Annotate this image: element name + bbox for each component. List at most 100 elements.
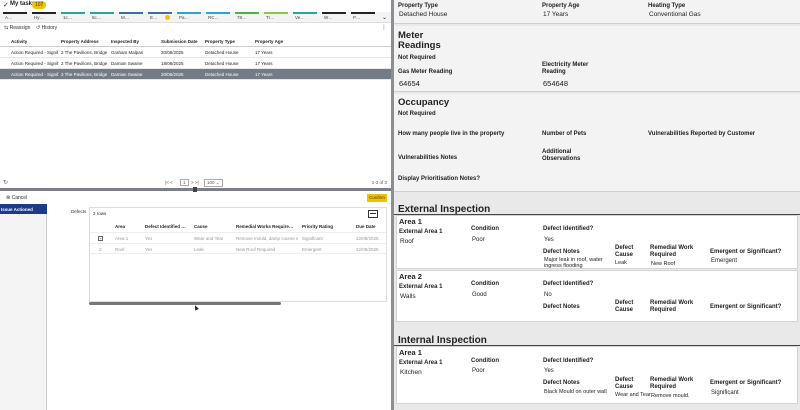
task-tab[interactable]: E… <box>148 12 174 23</box>
col-header-submission-date[interactable]: Submission Date <box>161 39 198 44</box>
area-name: Area 1 <box>399 348 422 357</box>
prev-page-icons[interactable]: |< < <box>165 180 173 185</box>
task-tab[interactable]: Hy… <box>32 12 58 23</box>
task-tab[interactable]: P… <box>351 12 377 23</box>
cell-area: Roof <box>115 247 125 252</box>
defect-identified-label: Defect Identified? <box>543 281 594 287</box>
rows-count: 2 rows <box>93 211 107 216</box>
gas-meter-label: Gas Meter Reading <box>398 69 453 75</box>
detail-toolbar: ⊗ Cancel Confirm <box>0 192 391 204</box>
defects-label: Defects <box>71 209 87 214</box>
col-header-inspected-by[interactable]: Inspected By <box>111 39 139 44</box>
grid-view-icon[interactable] <box>368 210 378 218</box>
task-tab[interactable]: 78… <box>235 12 261 23</box>
refresh-icon[interactable]: ↻ <box>3 179 8 186</box>
tab-label: M… <box>121 15 130 20</box>
external-area-2-card: Area 2 External Area 1 Walls Condition G… <box>396 270 798 322</box>
page-number[interactable]: 1 <box>180 179 189 186</box>
tab-label: RC… <box>208 15 219 20</box>
emergent-value: Emergent <box>711 258 738 264</box>
col-header-area[interactable]: Area <box>115 224 125 229</box>
inspection-form-pane: Property Type Detached House Property Ag… <box>394 0 800 410</box>
chevron-down-icon[interactable]: ✓ <box>3 1 9 9</box>
task-tab[interactable]: 5c… <box>90 12 116 23</box>
defect-identified-label: Defect Identified? <box>543 358 594 364</box>
tab-color-bar <box>148 12 172 14</box>
tab-label: Tr… <box>266 15 275 20</box>
condition-label: Condition <box>471 358 499 364</box>
history-button[interactable]: ↺ History <box>36 25 57 31</box>
table-row-selected[interactable]: Action Required - Signif… 3 The Pavilion… <box>0 69 391 80</box>
task-tab[interactable]: RC… <box>206 12 232 23</box>
horizontal-scrollbar[interactable] <box>89 302 281 305</box>
tab-color-bar <box>32 12 56 14</box>
defects-header-row: Area Defect Identified … Cause Remedial … <box>90 221 386 232</box>
col-header-remedial[interactable]: Remedial Works Require… <box>236 224 293 229</box>
col-header-property-age[interactable]: Property Age <box>255 39 283 44</box>
col-header-cause[interactable]: Cause <box>194 224 208 229</box>
area-value: Walls <box>400 293 416 300</box>
area-label: External Area 1 <box>399 229 443 235</box>
defect-cause-value: Leak <box>615 260 627 266</box>
cell-remedial: New Roof Required <box>236 247 276 252</box>
heating-type-label: Heating Type <box>648 3 686 9</box>
cell-submission-date: 18/08/2025 <box>161 61 184 66</box>
reassign-button[interactable]: ⇆ Reassign <box>4 25 30 31</box>
cell-inspected-by: Damian Swaine <box>111 72 143 77</box>
tab-label: A… <box>5 15 13 20</box>
table-row[interactable]: 2 Roof Yes Leak New Roof Required Emerge… <box>90 243 386 254</box>
cell-due-date: 22/08/2025 <box>356 247 379 252</box>
confirm-button[interactable]: Confirm <box>367 194 387 202</box>
task-tab[interactable]: M… <box>119 12 145 23</box>
task-tab[interactable]: W… <box>322 12 348 23</box>
internal-area-1-card: Area 1 External Area 1 Kitchen Condition… <box>396 346 798 404</box>
expand-row-icon[interactable]: + <box>98 236 103 241</box>
cell-submission-date: 20/08/2025 <box>161 72 184 77</box>
task-tab[interactable]: Ve… <box>293 12 319 23</box>
cell-property-type: Detached House <box>205 61 239 66</box>
task-tab[interactable]: Tr… <box>264 12 290 23</box>
col-header-activity[interactable]: Activity <box>11 39 27 44</box>
page-size-select[interactable]: 100 ⌄ <box>204 179 223 187</box>
defect-cause-value: Wear and Tear <box>615 392 651 398</box>
tab-color-bar <box>264 12 288 14</box>
defect-notes-value: Black Mould on outer wall <box>544 389 607 395</box>
occupancy-section: Occupancy Not Required How many people l… <box>394 94 800 192</box>
property-type-label: Property Type <box>398 3 438 9</box>
col-header-priority[interactable]: Priority Rating <box>302 224 333 229</box>
cell-inspected-by: Graham Malpas <box>111 50 144 55</box>
tasks-header[interactable]: ✓ My tasks 107 <box>0 0 391 11</box>
col-header-defect[interactable]: Defect Identified … <box>145 224 186 229</box>
elec-meter-label: Electricity Meter Reading <box>542 62 589 75</box>
task-detail-panel: ⊗ Cancel Confirm Issue Actioned Defects … <box>0 192 391 410</box>
chevron-down-icon[interactable]: ⌄ <box>382 14 387 21</box>
property-age-value: 17 Years <box>543 11 569 18</box>
task-tab[interactable]: 1c… <box>61 12 87 23</box>
cell-defect: Yes <box>145 247 153 252</box>
table-row[interactable]: Action Required - Signif… 2 The Pavilion… <box>0 47 391 58</box>
col-header-due-date[interactable]: Due Date <box>356 224 376 229</box>
tasks-count-badge: 107 <box>32 1 47 9</box>
tab-label: E… <box>150 15 158 20</box>
next-page-icons[interactable]: > >| <box>191 180 199 185</box>
cancel-button[interactable]: ⊗ Cancel <box>6 195 27 201</box>
defect-identified-label: Defect Identified? <box>543 226 594 232</box>
occupancy-title: Occupancy <box>398 97 450 108</box>
prio-notes-label: Display Prioritisation Notes? <box>398 176 481 182</box>
people-label: How many people live in the property <box>398 131 505 137</box>
task-tab[interactable]: Pa… <box>177 12 203 23</box>
more-options-icon[interactable]: ⋮ <box>381 24 387 31</box>
task-tab[interactable]: A… <box>3 12 29 23</box>
pane-splitter[interactable] <box>0 187 391 192</box>
table-row[interactable]: + Area 1 Yes Wear and Tear Remove mould,… <box>90 232 386 243</box>
col-header-property-type[interactable]: Property Type <box>205 39 235 44</box>
col-header-address[interactable]: Property Address <box>61 39 99 44</box>
side-nav-item-issue-actioned[interactable]: Issue Actioned <box>0 204 47 214</box>
pets-label: Number of Pets <box>542 131 587 137</box>
external-area-1-card: Area 1 External Area 1 Roof Condition Po… <box>396 215 798 269</box>
meter-status: Not Required <box>398 55 436 61</box>
occupancy-status: Not Required <box>398 111 436 117</box>
table-row[interactable]: Action Required - Signif… 2 The Pavilion… <box>0 58 391 69</box>
cell-activity: Action Required - Signif… <box>11 50 59 55</box>
condition-label: Condition <box>471 226 499 232</box>
